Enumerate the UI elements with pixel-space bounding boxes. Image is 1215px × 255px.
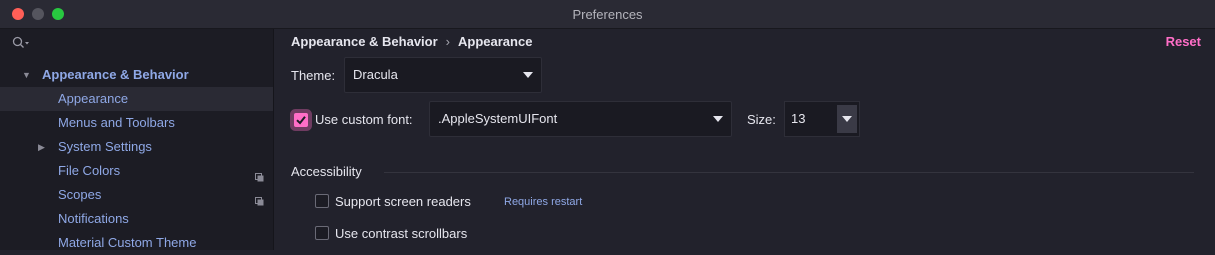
chevron-down-icon <box>523 72 533 78</box>
chevron-down-icon <box>842 116 852 122</box>
sidebar-group-appearance-behavior[interactable]: ▼ Appearance & Behavior <box>0 63 273 87</box>
sidebar-item-label: Menus and Toolbars <box>58 115 175 130</box>
theme-value: Dracula <box>353 67 398 82</box>
window-title: Preferences <box>572 7 643 22</box>
expanded-arrow-icon[interactable]: ▼ <box>22 63 31 87</box>
sidebar-item-file-colors[interactable]: File Colors <box>0 159 273 183</box>
sidebar-item-scopes[interactable]: Scopes <box>0 183 273 207</box>
sidebar-item-menus-and-toolbars[interactable]: Menus and Toolbars <box>0 111 273 135</box>
project-level-icon <box>255 190 264 206</box>
sidebar-item-label: System Settings <box>58 139 152 154</box>
support-screen-readers-label[interactable]: Support screen readers <box>335 194 471 209</box>
search-icon[interactable] <box>12 36 30 50</box>
reset-link[interactable]: Reset <box>1166 34 1201 49</box>
sidebar-item-label: Material Custom Theme <box>58 235 197 250</box>
custom-font-dropdown[interactable]: .AppleSystemUIFont <box>429 101 732 137</box>
custom-font-value: .AppleSystemUIFont <box>438 111 558 126</box>
font-size-combo[interactable]: 13 <box>784 101 860 137</box>
theme-label: Theme: <box>291 68 336 83</box>
font-size-value: 13 <box>791 111 806 126</box>
project-level-icon <box>255 166 264 182</box>
chevron-down-icon <box>713 116 723 122</box>
checkmark-icon <box>296 116 306 125</box>
settings-search-field[interactable] <box>0 29 273 59</box>
theme-dropdown[interactable]: Dracula <box>344 57 542 93</box>
breadcrumb-parent[interactable]: Appearance & Behavior <box>291 34 438 49</box>
title-bar: Preferences <box>0 0 1215 29</box>
sidebar-item-label: Appearance & Behavior <box>42 67 189 82</box>
sidebar-item-system-settings[interactable]: ▶ System Settings <box>0 135 273 159</box>
sidebar-item-label: Scopes <box>58 187 102 202</box>
support-screen-readers-checkbox[interactable] <box>315 194 329 208</box>
requires-restart-hint: Requires restart <box>504 196 583 208</box>
sidebar-item-notifications[interactable]: Notifications <box>0 207 273 231</box>
accessibility-section-title: Accessibility <box>291 164 362 179</box>
settings-sidebar: ▼ Appearance & Behavior Appearance Menus… <box>0 29 274 250</box>
sidebar-item-label: Appearance <box>58 91 129 106</box>
collapsed-arrow-icon[interactable]: ▶ <box>38 135 45 159</box>
sidebar-item-label: Notifications <box>58 211 129 226</box>
sidebar-item-material-custom-theme[interactable]: Material Custom Theme <box>0 231 273 255</box>
settings-content: Appearance & Behavior › Appearance Reset T… <box>274 29 1215 250</box>
use-custom-font-checkbox[interactable] <box>294 113 308 127</box>
use-custom-font-label[interactable]: Use custom font: <box>315 112 413 127</box>
size-label: Size: <box>747 112 776 127</box>
breadcrumb-current: Appearance <box>458 34 533 49</box>
breadcrumb-separator-icon: › <box>445 34 451 49</box>
contrast-scrollbars-label[interactable]: Use contrast scrollbars <box>335 226 467 241</box>
contrast-scrollbars-checkbox[interactable] <box>315 226 329 240</box>
sidebar-item-appearance[interactable]: Appearance <box>0 87 273 111</box>
sidebar-item-label: File Colors <box>58 163 121 178</box>
breadcrumb: Appearance & Behavior › Appearance <box>291 34 532 49</box>
font-size-dropdown-button[interactable] <box>837 105 857 133</box>
section-divider <box>384 172 1194 173</box>
